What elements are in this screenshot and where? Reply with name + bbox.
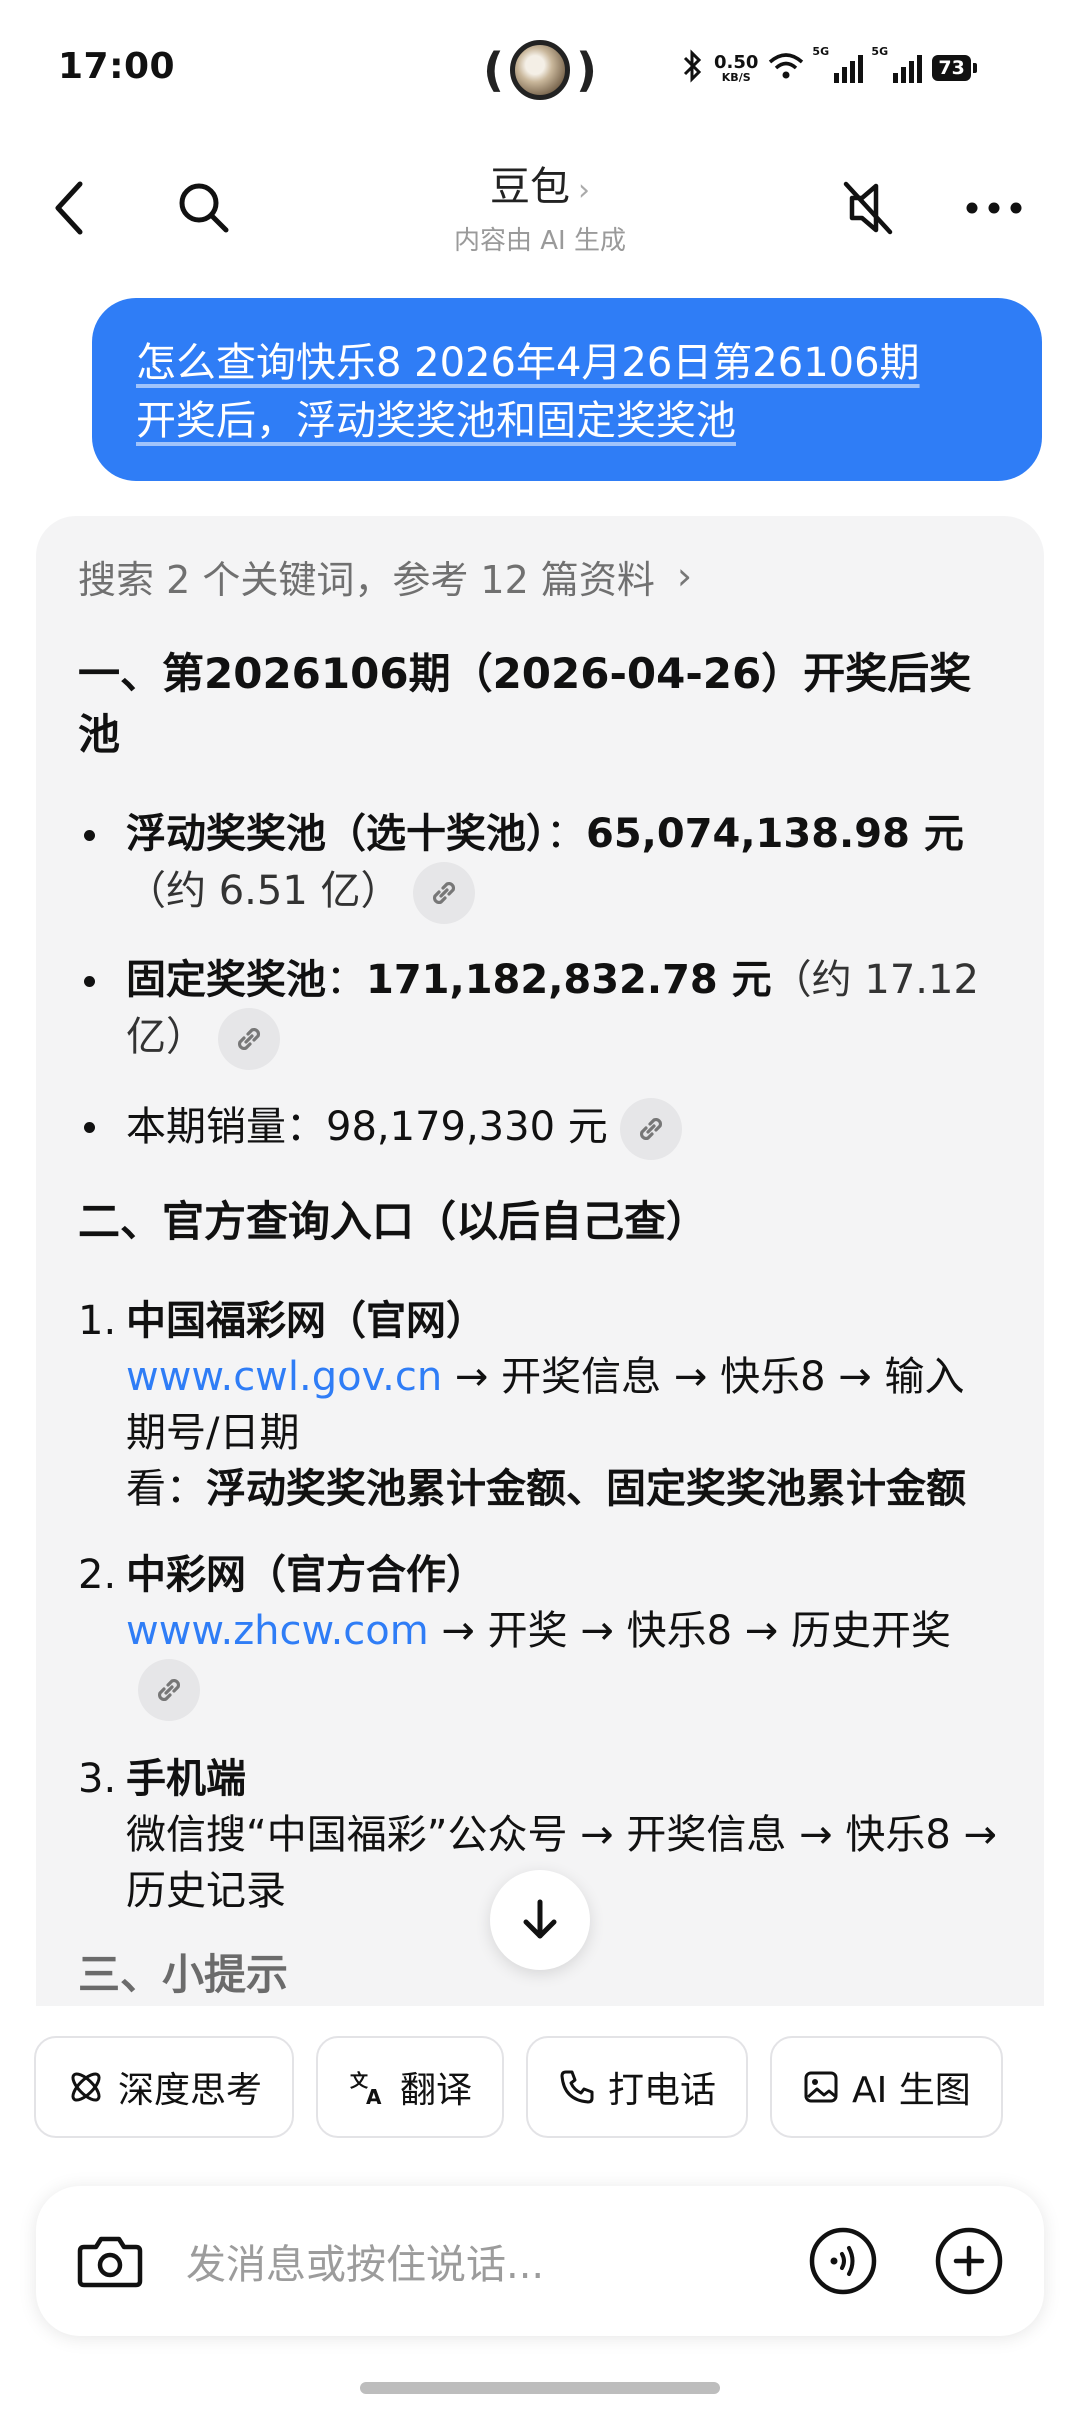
chat-header: 豆包 › 内容由 AI 生成: [0, 140, 1080, 270]
status-time: 17:00: [58, 46, 176, 87]
avatar: [510, 40, 570, 100]
signal-icon-2: 5G: [871, 45, 923, 83]
status-icons: 0.50 KB/S 5G 5G 73: [682, 45, 978, 90]
ai-generated-note: 内容由 AI 生成: [454, 226, 626, 256]
atom-icon: [71, 2072, 101, 2102]
deep-thinking-chip[interactable]: 深度思考: [34, 2036, 295, 2138]
add-attachment-button[interactable]: [932, 2224, 1006, 2302]
chevron-right-icon: ›: [676, 554, 693, 598]
query-entries-list: 1. 中国福彩网（官网） www.cwl.gov.cn → 开奖信息 → 快乐8…: [78, 1293, 1002, 1919]
search-references[interactable]: 搜索 2 个关键词，参考 12 篇资料 ›: [78, 550, 1002, 602]
ai-image-chip[interactable]: AI 生图: [770, 2036, 1003, 2138]
more-icon: [966, 202, 1022, 214]
svg-text:A: A: [366, 2085, 382, 2107]
phone-call-chip[interactable]: 打电话: [526, 2036, 749, 2138]
scroll-to-bottom-button[interactable]: [490, 1870, 590, 1970]
list-item: 2. 中彩网（官方合作） www.zhcw.com → 开奖 → 快乐8 → 历…: [78, 1547, 1002, 1721]
more-button[interactable]: [954, 168, 1034, 248]
bluetooth-icon: [682, 49, 704, 87]
image-icon: [804, 2071, 838, 2103]
citation-link-icon[interactable]: [412, 862, 475, 924]
arrow-down-icon: [523, 1899, 557, 1939]
section-heading-1: 一、第2026106期（2026-04-26）开奖后奖池: [78, 649, 972, 759]
cwl-link[interactable]: www.cwl.gov.cn: [126, 1354, 442, 1400]
list-item: 固定奖奖池：171,182,832.78 元（约 17.12 亿）: [78, 952, 1002, 1070]
pool-list: 浮动奖奖池（选十奖池）：65,074,138.98 元 （约 6.51 亿） 固…: [78, 806, 1002, 1160]
status-bar: 17:00 ( ) 0.50 KB/S 5G 5G 73: [0, 0, 1080, 140]
citation-link-icon[interactable]: [619, 1098, 682, 1160]
user-message-line2: 开奖后，浮动奖奖池和固定奖奖池: [136, 398, 736, 444]
ai-answer-card: 搜索 2 个关键词，参考 12 篇资料 › 一、第2026106期（2026-0…: [36, 516, 1044, 2006]
section-heading-2: 二、官方查询入口（以后自己查）: [78, 1197, 709, 1246]
citation-link-icon[interactable]: [138, 1659, 200, 1721]
wifi-icon: [768, 52, 804, 84]
dynamic-island-avatar: ( ): [478, 32, 602, 108]
net-speed: 0.50 KB/S: [714, 51, 759, 84]
chevron-right-icon: ›: [578, 173, 590, 208]
phone-icon: [560, 2070, 594, 2104]
battery-icon: 73: [932, 55, 978, 81]
signal-icon: 5G: [812, 45, 864, 83]
speaker-muted-icon: [843, 181, 893, 235]
camera-button[interactable]: [70, 2221, 150, 2305]
list-item: 本期销量：98,179,330 元: [78, 1098, 1002, 1160]
camera-icon: [77, 2236, 143, 2288]
home-indicator[interactable]: [360, 2382, 720, 2394]
voice-call-button[interactable]: [806, 2224, 880, 2302]
bottom-input-area: 深度思考 文A 翻译 打电话 AI 生图 发消息或按住说话...: [0, 2006, 1080, 2412]
user-message-line1: 怎么查询快乐8 2026年4月26日第26106期: [136, 340, 920, 386]
list-item: 1. 中国福彩网（官网） www.cwl.gov.cn → 开奖信息 → 快乐8…: [78, 1298, 966, 1512]
list-item: 浮动奖奖池（选十奖池）：65,074,138.98 元 （约 6.51 亿）: [78, 806, 1002, 924]
quick-action-chips: 深度思考 文A 翻译 打电话 AI 生图: [34, 2036, 1003, 2138]
message-input[interactable]: 发消息或按住说话...: [186, 2232, 544, 2290]
plus-icon: [935, 2227, 1003, 2295]
message-composer: 发消息或按住说话...: [36, 2186, 1044, 2336]
mute-button[interactable]: [828, 168, 908, 248]
zhcw-link[interactable]: www.zhcw.com: [126, 1608, 429, 1654]
citation-link-icon[interactable]: [218, 1008, 280, 1070]
user-message-bubble[interactable]: 怎么查询快乐8 2026年4月26日第26106期 开奖后，浮动奖奖池和固定奖奖…: [92, 298, 1042, 481]
translate-chip[interactable]: 文A 翻译: [316, 2036, 505, 2138]
chat-title[interactable]: 豆包 › 内容由 AI 生成: [0, 154, 1080, 257]
bot-name[interactable]: 豆包: [490, 164, 570, 210]
translate-icon: 文A: [350, 2070, 382, 2107]
voice-wave-icon: [809, 2227, 877, 2295]
